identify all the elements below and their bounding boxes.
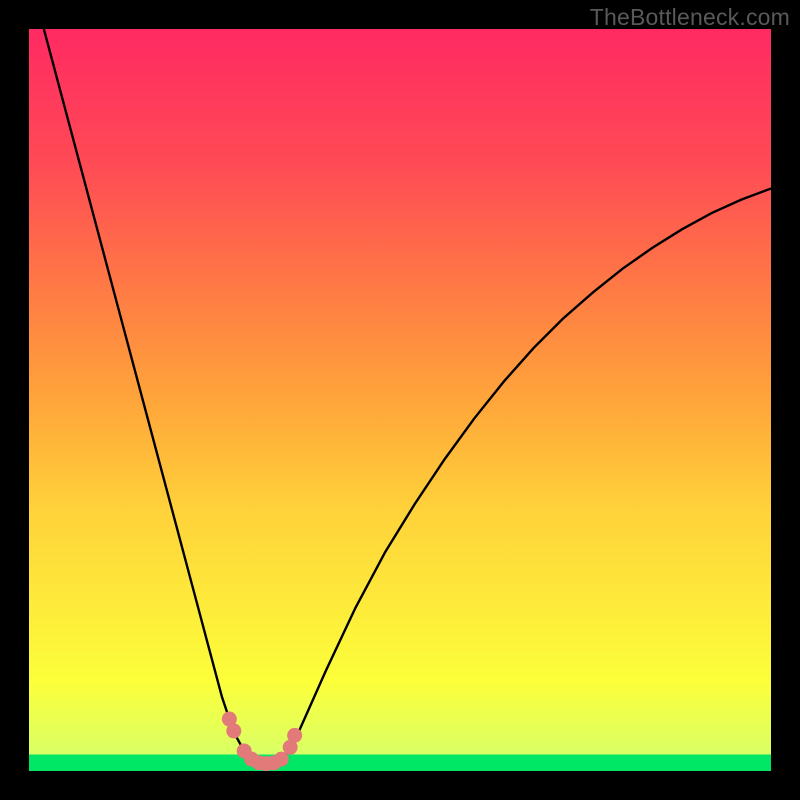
curve-markers [222, 712, 302, 772]
curve-marker [226, 723, 241, 738]
curve-line [29, 0, 771, 764]
curve-marker [274, 752, 289, 767]
plot-area [29, 29, 771, 771]
curve-marker [287, 728, 302, 743]
bottleneck-curve [29, 29, 771, 771]
chart-frame: TheBottleneck.com [0, 0, 800, 800]
attribution-label: TheBottleneck.com [590, 4, 790, 31]
